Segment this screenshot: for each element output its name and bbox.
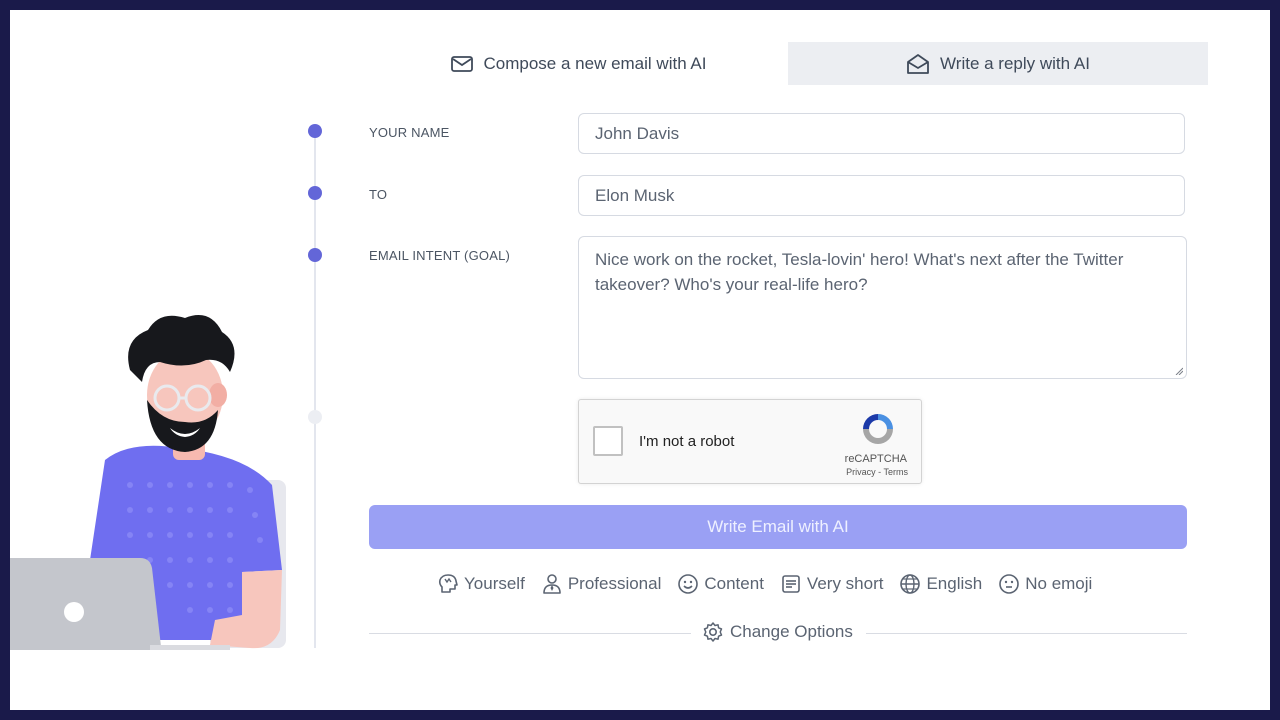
to-label: TO [369,187,388,202]
recaptcha-widget: I'm not a robot reCAPTCHA Privacy - Term… [578,399,922,484]
tab-compose[interactable]: Compose a new email with AI [368,42,788,85]
options-row: Yourself Professional Content Very short… [437,572,1092,596]
timeline-dot-to [308,186,322,200]
option-very-short-label: Very short [806,574,884,593]
recaptcha-checkbox[interactable] [593,426,623,456]
to-input[interactable]: Elon Musk [578,175,1185,216]
option-yourself-label: Yourself [464,574,525,593]
intent-label: EMAIL INTENT (GOAL) [369,248,511,263]
name-label: YOUR NAME [369,125,450,140]
name-input[interactable]: John Davis [578,113,1185,154]
envelope-icon [450,55,473,72]
recaptcha-logo-icon [863,414,893,444]
option-professional[interactable]: Professional [541,573,662,595]
intent-textarea[interactable]: Nice work on the rocket, Tesla-lovin' he… [578,236,1187,379]
option-professional-label: Professional [567,574,662,593]
timeline-line [314,130,316,648]
envelope-open-icon [907,53,929,74]
page-frame: Compose a new email with AI Write a repl… [10,10,1270,710]
recaptcha-label: I'm not a robot [639,433,735,450]
tab-compose-label: Compose a new email with AI [483,53,707,73]
option-very-short[interactable]: Very short [780,573,884,595]
neutral-face-icon [999,574,1020,594]
person-illustration [10,315,286,650]
gear-icon [703,622,723,642]
option-english[interactable]: English [899,573,982,595]
option-no-emoji-label: No emoji [1025,574,1093,593]
divider-left [369,633,691,634]
resize-grip-icon[interactable] [1175,367,1183,375]
head-icon [438,574,458,593]
tab-reply-label: Write a reply with AI [940,53,1090,73]
change-options-label: Change Options [730,622,853,641]
timeline-dot-name [308,124,322,138]
divider-right [866,633,1187,634]
smile-icon [678,574,699,594]
person-tie-icon [543,574,561,594]
recaptcha-links[interactable]: Privacy - Terms [846,467,908,477]
globe-icon [900,574,921,594]
timeline-dot-intent [308,248,322,262]
change-options-button[interactable]: Change Options [702,621,853,643]
option-content[interactable]: Content [677,573,764,595]
option-no-emoji[interactable]: No emoji [998,573,1092,595]
timeline-dot-captcha [308,410,322,424]
recaptcha-brand: reCAPTCHA [844,453,907,465]
option-english-label: English [926,574,983,593]
tab-reply[interactable]: Write a reply with AI [788,42,1208,85]
option-content-label: Content [704,574,764,593]
intent-text: Nice work on the rocket, Tesla-lovin' he… [595,250,1124,294]
write-email-button[interactable]: Write Email with AI [369,505,1187,549]
option-yourself[interactable]: Yourself [437,573,525,595]
document-icon [782,575,800,593]
